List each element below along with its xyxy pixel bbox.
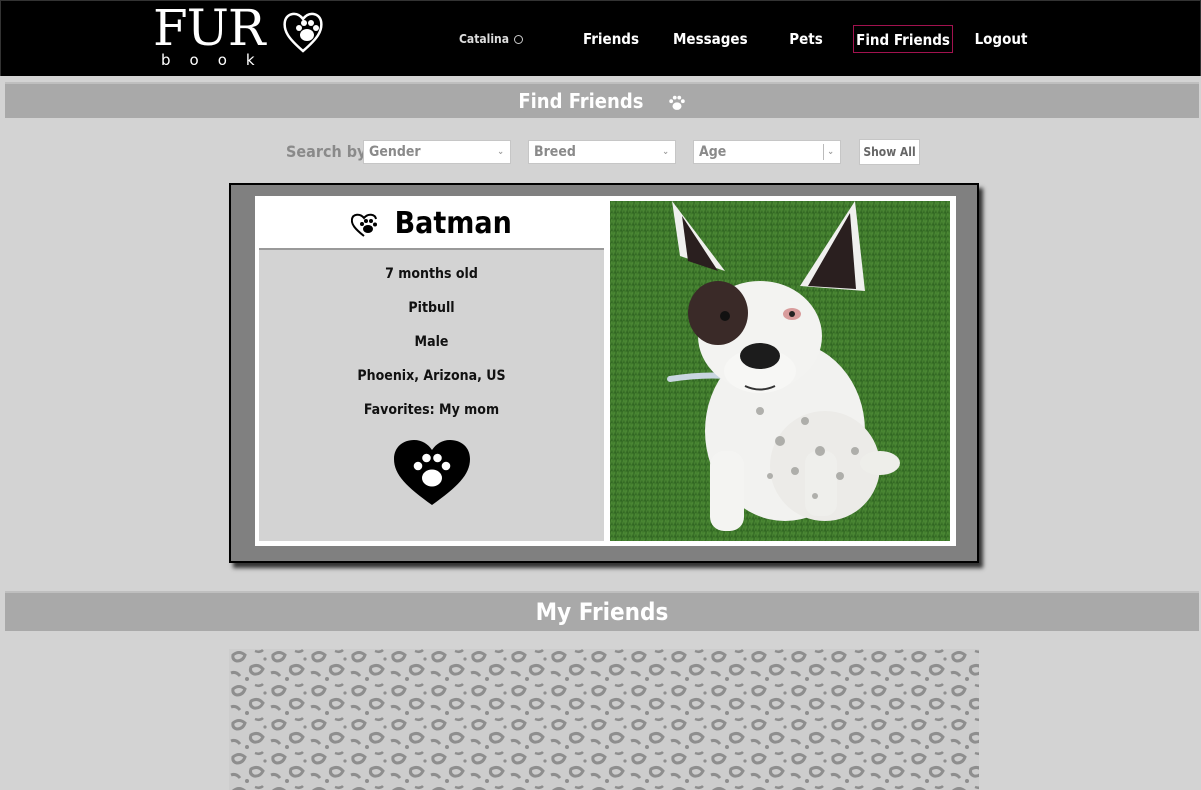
- chevron-down-icon: ⌄: [827, 147, 834, 157]
- furbook-logo[interactable]: FUR book: [153, 0, 323, 71]
- pet-name-header: Batman: [259, 196, 604, 250]
- nav-link-pets[interactable]: Pets: [785, 25, 827, 53]
- chevron-down-icon: ⌄: [662, 147, 669, 157]
- pet-photo: [610, 201, 950, 541]
- search-by-label: Search by: [286, 142, 367, 161]
- select-divider: [823, 144, 824, 160]
- age-select-value: Age: [699, 144, 727, 160]
- pet-info-panel: 7 months old Pitbull Male Phoenix, Arizo…: [259, 250, 604, 541]
- my-friends-header: My Friends: [5, 591, 1199, 631]
- gender-select-value: Gender: [369, 144, 421, 160]
- user-circle-icon: [514, 34, 524, 44]
- top-navbar: FUR book Catalina Friends Messages Pets …: [0, 0, 1201, 76]
- show-all-button[interactable]: Show All: [859, 139, 920, 165]
- add-friend-heart-icon[interactable]: [393, 439, 471, 507]
- nav-link-find-friends[interactable]: Find Friends: [853, 25, 953, 53]
- user-name: Catalina: [459, 32, 510, 46]
- pet-age: 7 months old: [385, 266, 478, 282]
- nav-link-logout[interactable]: Logout: [973, 25, 1029, 53]
- logo-wordmark: FUR: [153, 0, 265, 57]
- friends-list-area: [229, 649, 979, 790]
- nav-link-messages[interactable]: Messages: [673, 25, 748, 53]
- pet-card-inner: Batman 7 months old Pitbull Male Phoenix…: [255, 196, 956, 546]
- breed-select[interactable]: Breed ⌄: [528, 140, 676, 164]
- pet-breed: Pitbull: [408, 300, 455, 316]
- find-friends-header: Find Friends: [5, 82, 1199, 118]
- pet-card: Batman 7 months old Pitbull Male Phoenix…: [229, 183, 979, 563]
- age-select[interactable]: Age ⌄: [693, 140, 841, 164]
- current-user[interactable]: Catalina: [459, 32, 524, 46]
- breed-select-value: Breed: [534, 144, 576, 160]
- leopard-pattern-background: [229, 649, 979, 790]
- heart-paw-logo-icon: [283, 12, 323, 53]
- pet-favorites: Favorites: My mom: [363, 402, 500, 418]
- pet-location: Phoenix, Arizona, US: [357, 368, 506, 384]
- paw-icon: [668, 95, 685, 110]
- dog-photo-image: [610, 201, 950, 541]
- pet-name: Batman: [394, 206, 512, 241]
- pet-gender: Male: [414, 334, 449, 350]
- chevron-down-icon: ⌄: [497, 147, 504, 157]
- find-friends-title: Find Friends: [518, 89, 644, 113]
- gender-select[interactable]: Gender ⌄: [363, 140, 511, 164]
- nav-link-friends[interactable]: Friends: [583, 25, 639, 53]
- logo-subtitle: book: [161, 51, 274, 69]
- my-friends-title: My Friends: [535, 598, 669, 626]
- heart-paw-icon: [351, 213, 378, 237]
